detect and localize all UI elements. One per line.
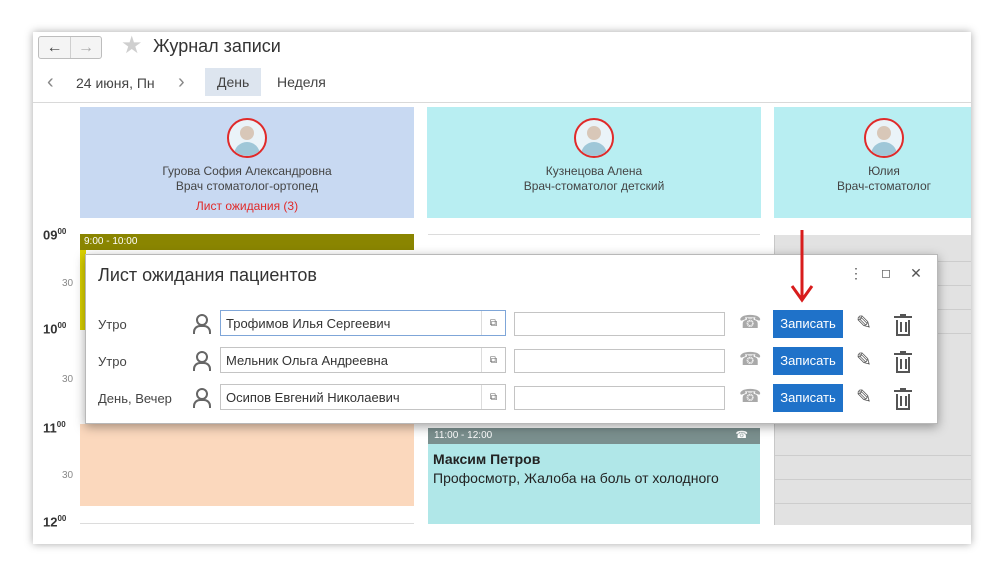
person-icon <box>192 387 211 408</box>
book-button[interactable]: Записать <box>773 310 843 338</box>
star-icon[interactable]: ★ <box>121 34 143 58</box>
doctor-header-1[interactable]: Гурова София Александровна Врач стоматол… <box>80 107 414 218</box>
avatar <box>574 118 614 158</box>
trash-icon[interactable] <box>894 351 912 374</box>
half-hour-label: 30 <box>62 374 74 385</box>
history-nav: ← → <box>38 36 102 59</box>
appointment-block[interactable] <box>80 424 414 506</box>
grid-line <box>80 523 414 524</box>
avatar <box>227 118 267 158</box>
schedule-divider <box>33 102 971 103</box>
half-hour-label: 30 <box>62 470 74 481</box>
trash-icon[interactable] <box>894 388 912 411</box>
appointment-time: 11:00 - 12:00 ☎ <box>428 428 760 444</box>
waitlist-link[interactable]: Лист ожидания (3) <box>80 199 414 213</box>
person-icon <box>192 350 211 371</box>
appointment-block[interactable]: 9:00 - 10:00 <box>80 234 414 250</box>
open-icon[interactable]: ⧉ <box>481 348 505 372</box>
annotation-arrow-icon <box>790 230 814 303</box>
phone-icon[interactable]: ☎ <box>739 386 761 407</box>
trash-icon[interactable] <box>894 314 912 337</box>
tab-week[interactable]: Неделя <box>265 68 338 96</box>
doctor-specialty: Врач-стоматолог детский <box>523 179 665 193</box>
patient-field[interactable]: Трофимов Илья Сергеевич ⧉ <box>220 310 506 336</box>
doctor-header-3[interactable]: Юлия Врач-стоматолог <box>774 107 971 218</box>
book-button[interactable]: Записать <box>773 384 843 412</box>
hour-label: 1100 <box>43 420 66 436</box>
doctor-specialty: Врач-стоматолог <box>837 179 931 193</box>
date-navigation: ‹ 24 июня, Пн › День Неделя <box>33 67 971 97</box>
arrow-left-icon[interactable]: ← <box>39 37 70 58</box>
patient-field[interactable]: Осипов Евгений Николаевич ⧉ <box>220 384 506 410</box>
appointment-description: Профосмотр, Жалоба на боль от холодного <box>433 470 719 486</box>
doctor-name: Гурова София Александровна <box>162 164 332 178</box>
doctor-specialty: Врач стоматолог-ортопед <box>175 179 319 193</box>
phone-icon[interactable]: ☎ <box>739 349 761 370</box>
schedule-window: ← → ★ Журнал записи ‹ 24 июня, Пн › День… <box>33 32 971 544</box>
appointment-card[interactable]: 11:00 - 12:00 ☎ Максим Петров Профосмотр… <box>428 428 760 524</box>
pencil-icon[interactable]: ✎ <box>856 349 872 372</box>
phone-field[interactable] <box>514 386 725 410</box>
appointment-patient: Максим Петров <box>433 451 541 467</box>
tab-day[interactable]: День <box>205 68 262 96</box>
close-icon[interactable]: ✕ <box>908 265 924 282</box>
grid-line <box>428 234 760 235</box>
dialog-title: Лист ожидания пациентов <box>98 265 317 285</box>
chevron-right-icon[interactable]: › <box>178 71 185 94</box>
row-period: День, Вечер <box>98 391 172 406</box>
chevron-left-icon[interactable]: ‹ <box>47 71 54 94</box>
row-period: Утро <box>98 354 127 369</box>
row-period: Утро <box>98 317 127 332</box>
window-title: Журнал записи <box>153 36 281 56</box>
open-icon[interactable]: ⧉ <box>481 385 505 409</box>
hour-label: 0900 <box>43 227 67 243</box>
open-icon[interactable]: ⧉ <box>481 311 505 335</box>
pencil-icon[interactable]: ✎ <box>856 386 872 409</box>
phone-field[interactable] <box>514 312 725 336</box>
more-icon[interactable]: ⋮ <box>848 265 864 282</box>
maximize-icon[interactable]: ◻ <box>878 266 894 280</box>
hour-label: 1200 <box>43 514 67 530</box>
doctor-header-2[interactable]: Кузнецова Алена Врач-стоматолог детский <box>427 107 761 218</box>
patient-field[interactable]: Мельник Ольга Андреевна ⧉ <box>220 347 506 373</box>
hour-label: 1000 <box>43 321 67 337</box>
current-date[interactable]: 24 июня, Пн <box>76 75 155 91</box>
phone-icon: ☎ <box>735 430 748 441</box>
avatar <box>864 118 904 158</box>
doctor-name: Юлия <box>868 164 900 178</box>
half-hour-label: 30 <box>62 278 74 289</box>
person-icon <box>192 313 211 334</box>
pencil-icon[interactable]: ✎ <box>856 312 872 335</box>
doctor-name: Кузнецова Алена <box>545 164 643 178</box>
arrow-right-icon[interactable]: → <box>70 37 101 58</box>
phone-icon[interactable]: ☎ <box>739 312 761 333</box>
book-button[interactable]: Записать <box>773 347 843 375</box>
phone-field[interactable] <box>514 349 725 373</box>
